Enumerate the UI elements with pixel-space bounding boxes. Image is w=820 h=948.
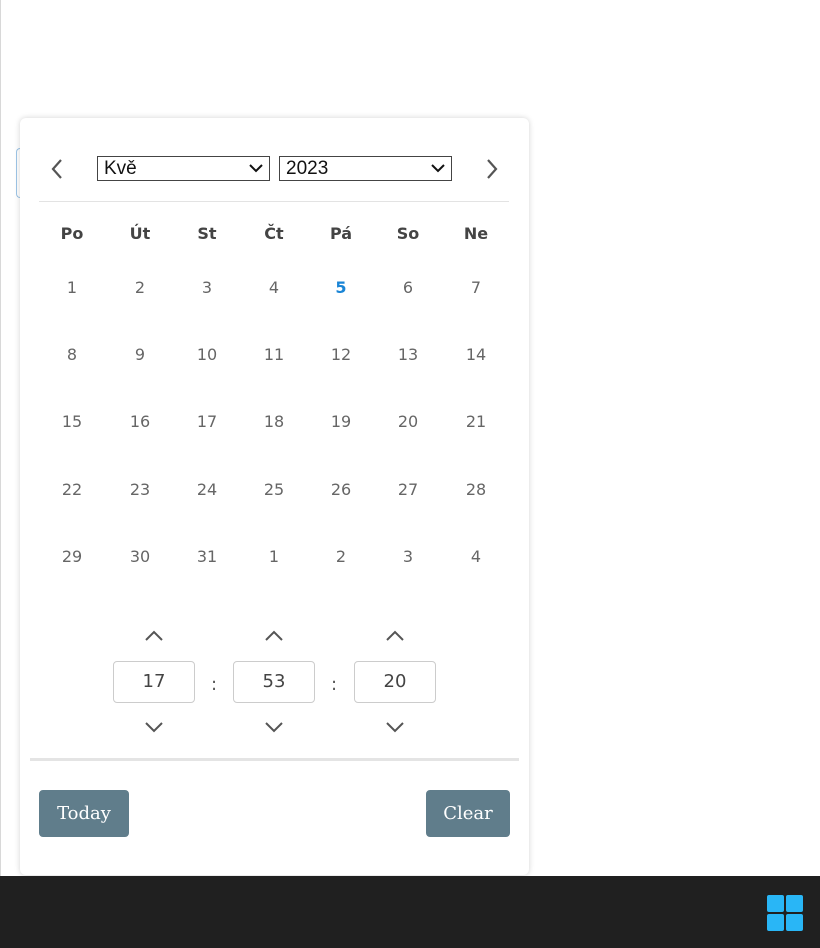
calendar-day[interactable]: 9	[110, 335, 170, 375]
calendar-day-next-month[interactable]: 4	[446, 537, 506, 577]
calendar-day[interactable]: 31	[177, 537, 237, 577]
calendar-day[interactable]: 24	[177, 470, 237, 510]
minutes-increment-chevron-up-icon[interactable]	[263, 629, 285, 643]
year-select-value: 2023	[286, 158, 329, 179]
calendar-day[interactable]: 23	[110, 470, 170, 510]
time-separator: :	[211, 674, 218, 695]
year-select[interactable]: 2023	[279, 156, 452, 181]
calendar-day[interactable]: 18	[244, 402, 304, 442]
calendar-day[interactable]: 10	[177, 335, 237, 375]
today-button[interactable]: Today	[39, 790, 129, 837]
clear-button[interactable]: Clear	[426, 790, 510, 837]
minutes-decrement-chevron-down-icon[interactable]	[263, 720, 285, 734]
calendar-day[interactable]: 22	[42, 470, 102, 510]
month-select[interactable]: Kvě	[97, 156, 270, 181]
calendar-day[interactable]: 6	[378, 268, 438, 308]
calendar-day[interactable]: 28	[446, 470, 506, 510]
taskbar	[0, 876, 820, 948]
weekday-header: Po	[60, 224, 84, 243]
weekday-header: So	[396, 224, 420, 243]
calendar-day[interactable]: 13	[378, 335, 438, 375]
chevron-left-icon	[51, 159, 62, 179]
calendar-day[interactable]: 17	[177, 402, 237, 442]
prev-month-button[interactable]	[46, 157, 70, 181]
calendar-day[interactable]: 3	[177, 268, 237, 308]
calendar-day[interactable]: 11	[244, 335, 304, 375]
weekday-header: Út	[129, 224, 151, 243]
calendar-day[interactable]: 16	[110, 402, 170, 442]
calendar-day[interactable]: 1	[42, 268, 102, 308]
calendar-day[interactable]: 25	[244, 470, 304, 510]
calendar-day[interactable]: 29	[42, 537, 102, 577]
windows-start-icon[interactable]	[767, 895, 803, 931]
footer-divider	[30, 758, 519, 761]
month-select-value: Kvě	[104, 158, 137, 179]
calendar-day-next-month[interactable]: 2	[311, 537, 371, 577]
weekday-header: Pá	[329, 224, 353, 243]
calendar-day-next-month[interactable]: 3	[378, 537, 438, 577]
seconds-input[interactable]: 20	[354, 661, 436, 703]
calendar-day[interactable]: 26	[311, 470, 371, 510]
calendar-day[interactable]: 27	[378, 470, 438, 510]
calendar-day[interactable]: 12	[311, 335, 371, 375]
calendar-day[interactable]: 7	[446, 268, 506, 308]
chevron-down-icon	[431, 164, 445, 173]
chevron-down-icon	[249, 164, 263, 173]
minutes-input[interactable]: 53	[233, 661, 315, 703]
calendar-day-next-month[interactable]: 1	[244, 537, 304, 577]
seconds-increment-chevron-up-icon[interactable]	[384, 629, 406, 643]
calendar-day[interactable]: 8	[42, 335, 102, 375]
calendar-day[interactable]: 4	[244, 268, 304, 308]
calendar-day[interactable]: 2	[110, 268, 170, 308]
hours-decrement-chevron-down-icon[interactable]	[143, 720, 165, 734]
weekday-header: St	[197, 224, 217, 243]
weekday-header: Ne	[463, 224, 489, 243]
calendar-day-today[interactable]: 5	[311, 268, 371, 308]
hours-increment-chevron-up-icon[interactable]	[143, 629, 165, 643]
next-month-button[interactable]	[479, 157, 503, 181]
calendar-day[interactable]: 15	[42, 402, 102, 442]
page-left-border	[0, 0, 1, 876]
seconds-decrement-chevron-down-icon[interactable]	[384, 720, 406, 734]
weekday-header: Čt	[264, 224, 284, 243]
hours-input[interactable]: 17	[113, 661, 195, 703]
calendar-day[interactable]: 21	[446, 402, 506, 442]
header-divider	[39, 201, 509, 202]
chevron-right-icon	[487, 159, 498, 179]
calendar-day[interactable]: 30	[110, 537, 170, 577]
time-separator: :	[331, 674, 338, 695]
calendar-day[interactable]: 20	[378, 402, 438, 442]
calendar-day[interactable]: 14	[446, 335, 506, 375]
calendar-day[interactable]: 19	[311, 402, 371, 442]
